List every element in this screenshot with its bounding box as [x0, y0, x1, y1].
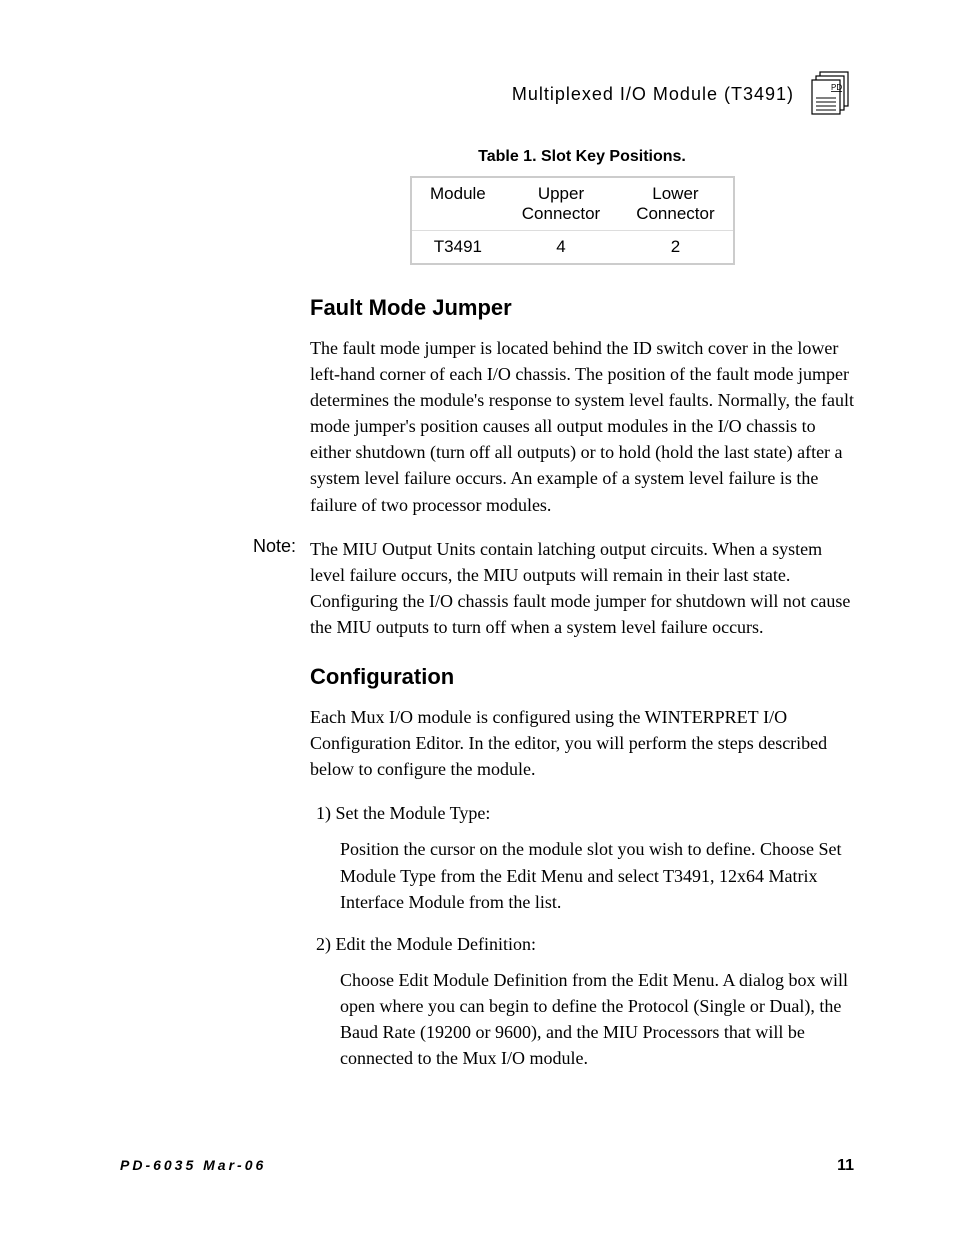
- page-header: Multiplexed I/O Module (T3491) PD: [120, 70, 854, 118]
- note-block: Note: The MIU Output Units contain latch…: [120, 536, 854, 640]
- table-caption: Table 1. Slot Key Positions.: [310, 148, 854, 166]
- note-text: The MIU Output Units contain latching ou…: [310, 536, 854, 640]
- col-lower: LowerConnector: [618, 177, 733, 231]
- footer-doc-id: PD-6035 Mar-06: [120, 1157, 266, 1175]
- step-2-body: Choose Edit Module Definition from the E…: [340, 967, 854, 1071]
- header-title: Multiplexed I/O Module (T3491): [512, 84, 794, 105]
- cell-lower: 2: [618, 231, 733, 265]
- para-config-intro: Each Mux I/O module is configured using …: [310, 704, 854, 782]
- table-row: T3491 4 2: [411, 231, 734, 265]
- footer-page-number: 11: [837, 1157, 854, 1175]
- pd-document-icon: PD: [806, 70, 854, 118]
- cell-module: T3491: [411, 231, 504, 265]
- table-header-row: Module UpperConnector LowerConnector: [411, 177, 734, 231]
- cell-upper: 4: [504, 231, 618, 265]
- heading-fault-mode: Fault Mode Jumper: [310, 295, 854, 321]
- col-upper: UpperConnector: [504, 177, 618, 231]
- section-configuration: Configuration Each Mux I/O module is con…: [310, 664, 854, 1071]
- col-module: Module: [411, 177, 504, 231]
- step-1-body: Position the cursor on the module slot y…: [340, 836, 854, 914]
- step-2-label: 2) Edit the Module Definition:: [316, 931, 854, 957]
- step-2: 2) Edit the Module Definition: Choose Ed…: [316, 931, 854, 1071]
- step-1-label: 1) Set the Module Type:: [316, 800, 854, 826]
- page-footer: PD-6035 Mar-06 11: [120, 1157, 854, 1175]
- step-1: 1) Set the Module Type: Position the cur…: [316, 800, 854, 914]
- section-fault-mode: Fault Mode Jumper The fault mode jumper …: [310, 295, 854, 518]
- intro-part-a: Each Mux I/O module is configured using …: [310, 707, 662, 727]
- intro-smallcaps: INTERPRET: [662, 707, 759, 727]
- slot-key-table: Module UpperConnector LowerConnector T34…: [410, 176, 735, 265]
- para-fault-mode: The fault mode jumper is located behind …: [310, 335, 854, 518]
- svg-text:PD: PD: [831, 83, 842, 92]
- heading-configuration: Configuration: [310, 664, 854, 690]
- note-label: Note:: [120, 536, 310, 640]
